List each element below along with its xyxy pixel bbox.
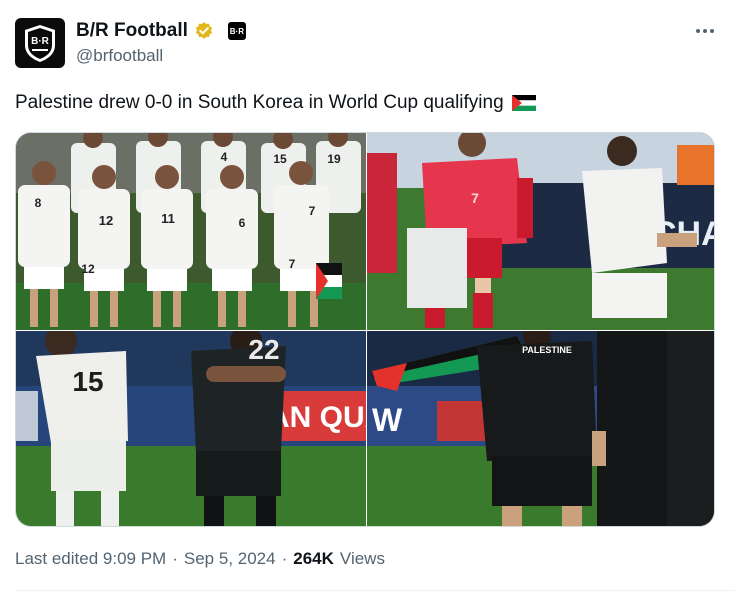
media-grid: 8 12 11 6 7 4 15 19 12 7 CHA bbox=[15, 132, 715, 527]
shirt-number: 8 bbox=[35, 196, 42, 210]
last-edited-link[interactable]: Last edited 9:09 PM bbox=[15, 549, 166, 569]
shirt-number: 15 bbox=[72, 366, 103, 397]
tweet-text-row: Palestine drew 0-0 in South Korea in Wor… bbox=[15, 92, 536, 114]
views-count: 264K bbox=[293, 549, 334, 568]
photo-team-lineup[interactable]: 8 12 11 6 7 4 15 19 12 7 bbox=[16, 133, 366, 330]
shirt-number: 4 bbox=[221, 150, 228, 164]
tweet-meta: Last edited 9:09 PM · Sep 5, 2024 · 264K… bbox=[15, 549, 385, 569]
views-label: Views bbox=[339, 549, 385, 568]
palestine-flag-icon bbox=[511, 95, 536, 111]
handle[interactable]: @brfootball bbox=[76, 46, 163, 66]
tweet-text: Palestine drew 0-0 in South Korea in Wor… bbox=[15, 92, 504, 113]
avatar-logo-text: B·R bbox=[31, 36, 50, 47]
shirt-number: 12 bbox=[99, 213, 113, 228]
more-horizontal-icon[interactable] bbox=[690, 20, 720, 42]
photo-flag-celebration[interactable]: W PALESTINE bbox=[367, 331, 714, 526]
shirt-number: 19 bbox=[327, 152, 341, 166]
photo-korea-match-action[interactable]: CHA 7 bbox=[367, 133, 714, 330]
shirt-number: 6 bbox=[239, 216, 246, 230]
shirt-number: 7 bbox=[471, 190, 479, 206]
shirt-number: 15 bbox=[273, 152, 287, 166]
avatar[interactable]: B·R bbox=[15, 18, 65, 68]
shirt-number: 7 bbox=[289, 257, 296, 271]
name-row: B/R Football B·R bbox=[76, 20, 246, 42]
shirt-number: 12 bbox=[81, 262, 95, 276]
shirt-number: 11 bbox=[161, 211, 175, 226]
display-name[interactable]: B/R Football bbox=[76, 20, 188, 42]
affiliate-badge[interactable]: B·R bbox=[227, 22, 246, 40]
divider bbox=[15, 590, 735, 591]
shirt-number: 7 bbox=[309, 204, 316, 218]
ad-board-text: W bbox=[372, 402, 403, 438]
photo-players-embrace[interactable]: AN QUA 15 22 bbox=[16, 331, 366, 526]
tweet-date[interactable]: Sep 5, 2024 bbox=[184, 549, 276, 569]
meta-separator: · bbox=[281, 549, 288, 568]
shirt-number: 22 bbox=[248, 334, 279, 365]
verified-gold-badge-icon[interactable] bbox=[194, 21, 214, 41]
meta-separator: · bbox=[172, 549, 178, 568]
shirt-text: PALESTINE bbox=[522, 345, 572, 355]
br-shield-logo: B·R bbox=[25, 25, 55, 62]
